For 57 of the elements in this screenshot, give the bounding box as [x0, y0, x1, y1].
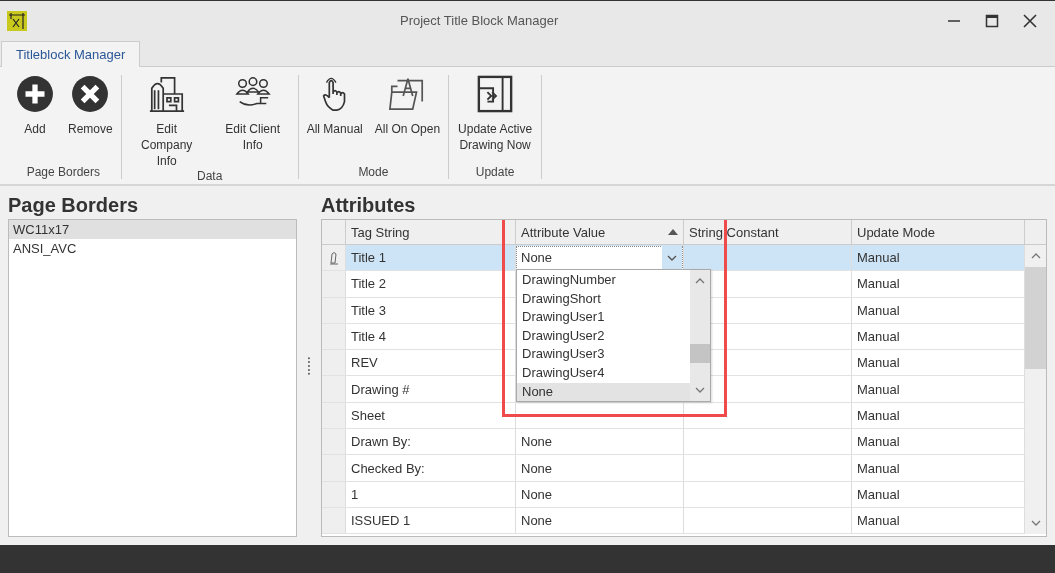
building-icon: [147, 75, 186, 113]
plus-icon: [16, 75, 54, 113]
ribbon-tab[interactable]: Titleblock Manager: [1, 41, 141, 67]
table-cell: ISSUED 1: [346, 507, 516, 534]
column-header[interactable]: String Constant: [684, 220, 852, 244]
table-cell: Sheet: [346, 402, 516, 429]
column-header[interactable]: Attribute Value: [516, 220, 684, 244]
group-label: Data: [197, 169, 223, 183]
dropdown-option[interactable]: DrawingUser1: [517, 308, 690, 327]
group-label: Mode: [358, 165, 389, 179]
ribbon-button[interactable]: Edit Client Info: [211, 75, 294, 169]
list-item[interactable]: WC11x17: [9, 220, 297, 239]
ribbon-button[interactable]: Update Active Drawing Now: [453, 75, 538, 165]
scrollbar-thumb[interactable]: [690, 344, 710, 363]
panel-heading: Page Borders: [8, 194, 140, 218]
ribbon-button[interactable]: Edit Company Info: [125, 75, 208, 169]
dropdown-option[interactable]: DrawingUser3: [517, 345, 690, 364]
dropdown-option[interactable]: DrawingNumber: [517, 271, 690, 290]
table-cell: 1: [346, 481, 516, 507]
ribbon-button[interactable]: All On Open: [370, 75, 445, 165]
dropdown-option[interactable]: DrawingUser4: [517, 363, 690, 383]
panel-heading: Attributes: [321, 194, 417, 218]
table-cell: None: [521, 434, 553, 450]
drawing-update-icon: [476, 75, 515, 113]
scroll-up-icon[interactable]: [695, 278, 705, 284]
remove-icon: [71, 75, 110, 113]
list-item[interactable]: ANSI_AVC: [9, 239, 297, 258]
splitter-grip-icon[interactable]: [307, 355, 311, 376]
group-label: Page Borders: [26, 165, 101, 179]
column-header[interactable]: Tag String: [346, 220, 516, 244]
window-title: Project Title Block Manager: [400, 13, 559, 28]
table-cell: Title 1: [346, 245, 516, 271]
dropdown-option[interactable]: None: [517, 382, 690, 402]
table-cell: Manual: [852, 245, 1025, 271]
scrollbar-thumb[interactable]: [1025, 267, 1046, 369]
ribbon-button[interactable]: Add: [10, 75, 60, 165]
table-cell: Drawn By:: [346, 429, 516, 455]
table-cell: None: [521, 486, 553, 502]
app-logo-icon: [7, 10, 27, 31]
dropdown-option[interactable]: DrawingUser2: [517, 326, 690, 346]
maximize-icon[interactable]: [985, 13, 999, 28]
value-combo-box[interactable]: None: [516, 245, 683, 270]
close-icon[interactable]: [1023, 13, 1037, 28]
table-cell: None: [521, 460, 553, 476]
pencil-icon: [328, 250, 339, 265]
scroll-down-icon[interactable]: [1030, 520, 1041, 526]
table-cell: None: [521, 513, 553, 529]
scroll-up-icon[interactable]: [1030, 253, 1041, 259]
ribbon-button[interactable]: Remove: [64, 75, 117, 165]
group-label: Update: [475, 165, 515, 179]
column-header[interactable]: Update Mode: [852, 220, 1025, 244]
ribbon-button[interactable]: All Manual: [302, 75, 367, 165]
dropdown-option[interactable]: DrawingShort: [517, 289, 690, 309]
scrollbar[interactable]: [1025, 245, 1046, 534]
row-selector[interactable]: [322, 245, 346, 271]
scroll-down-icon[interactable]: [695, 387, 705, 393]
table-cell: Checked By:: [346, 455, 516, 481]
